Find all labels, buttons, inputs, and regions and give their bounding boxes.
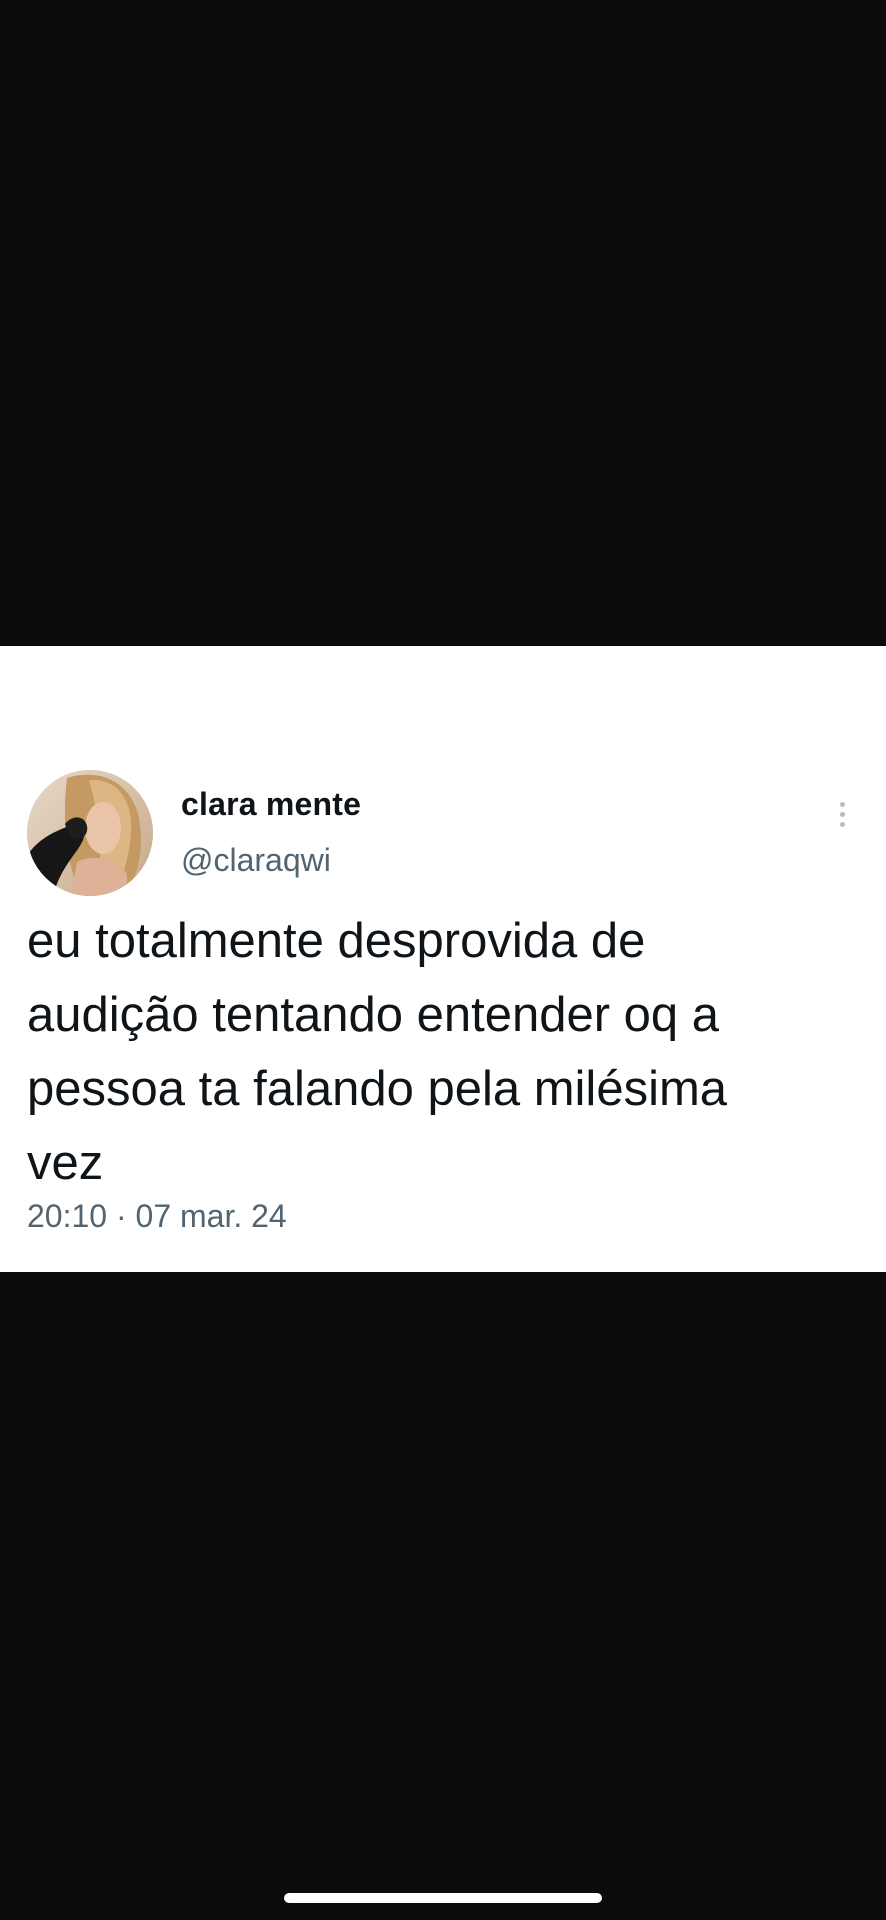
tweet-text: eu totalmente desprovida de audição tent…	[27, 914, 728, 1190]
profile-photo	[27, 770, 153, 896]
screen: clara mente @claraqwi eu totalmente desp…	[0, 0, 886, 1920]
avatar[interactable]	[27, 770, 153, 896]
display-name[interactable]: clara mente	[181, 786, 361, 823]
more-vertical-icon[interactable]	[822, 792, 862, 836]
timestamp[interactable]: 20:10 · 07 mar. 24	[27, 1198, 287, 1235]
home-indicator[interactable]	[284, 1893, 602, 1903]
tweet-card[interactable]: clara mente @claraqwi eu totalmente desp…	[0, 646, 886, 1272]
dot	[839, 821, 845, 827]
dot	[839, 801, 845, 807]
handle[interactable]: @claraqwi	[181, 842, 331, 879]
dot	[839, 811, 845, 817]
